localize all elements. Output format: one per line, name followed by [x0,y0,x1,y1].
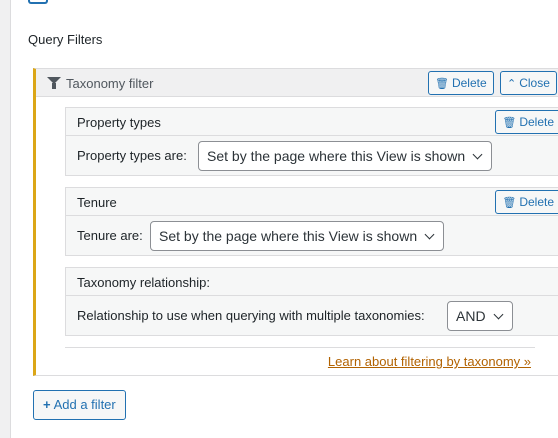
chevron-down-icon [424,229,435,240]
chevron-up-icon: ⌃ [507,78,517,90]
learn-filtering-link[interactable]: Learn about filtering by taxonomy » [328,354,531,369]
delete-filter-button[interactable]: 🗑 Delete [428,71,494,95]
tenure-label: Tenure are: [77,228,143,243]
plus-icon: + [43,397,51,412]
section-title: Query Filters [28,32,103,47]
filter-title: Taxonomy filter [66,76,154,91]
tenure-select[interactable]: Set by the page where this View is shown [150,221,445,251]
property-types-section: Property types 🗑 Delete Property types ar… [65,107,558,176]
relationship-label: Relationship to use when querying with m… [77,308,425,323]
tenure-section: Tenure 🗑 Delete Tenure are: Set by the pa… [65,187,558,256]
delete-property-types-button[interactable]: 🗑 Delete [495,110,558,134]
close-filter-label: Close [519,76,550,90]
chevron-down-icon [472,149,483,160]
property-types-select[interactable]: Set by the page where this View is shown [198,141,493,171]
relationship-section: Taxonomy relationship: Relationship to u… [65,267,558,336]
trash-icon: 🗑 [502,117,517,129]
checkbox[interactable] [28,0,48,4]
trash-icon: 🗑 [435,78,449,90]
add-filter-label: Add a filter [53,397,116,412]
property-types-label: Property types are: [77,148,187,163]
close-filter-button[interactable]: ⌃ Close [500,71,557,95]
divider [65,347,535,348]
trash-icon: 🗑 [502,197,517,209]
tenure-title: Tenure [77,195,117,210]
relationship-select[interactable]: AND [447,301,513,331]
property-types-title: Property types [77,115,161,130]
delete-filter-label: Delete [451,76,487,90]
relationship-title: Taxonomy relationship: [77,275,210,290]
filter-header: Taxonomy filter 🗑 Delete ⌃ Close [36,69,558,97]
add-filter-button[interactable]: + Add a filter [33,390,126,420]
taxonomy-filter-panel: Taxonomy filter 🗑 Delete ⌃ Close Property … [33,68,558,376]
chevron-down-icon [493,309,504,320]
delete-tenure-button[interactable]: 🗑 Delete [495,190,558,214]
